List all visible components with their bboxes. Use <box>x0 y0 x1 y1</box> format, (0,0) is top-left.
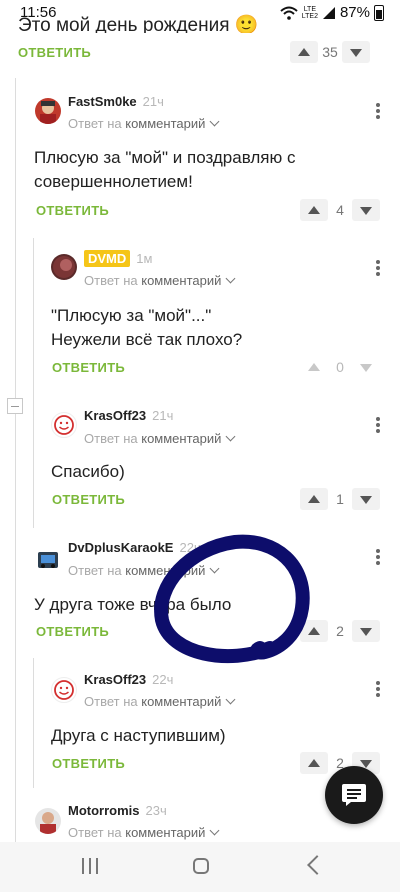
reply-button[interactable]: ОТВЕТИТЬ <box>52 756 125 771</box>
upvote-button[interactable] <box>300 752 328 774</box>
thread-line <box>33 238 34 528</box>
comment-author[interactable]: FastSm0ke 21ч <box>68 94 164 109</box>
reply-to-link[interactable]: Ответ на комментарий <box>68 116 220 131</box>
upvote-button[interactable] <box>300 356 328 378</box>
parent-comment-text: Это мой день рождения 🙂 <box>18 15 259 33</box>
avatar[interactable] <box>35 808 61 834</box>
comment-author[interactable]: DVMD 1м <box>84 250 152 267</box>
vote-count: 4 <box>336 202 344 218</box>
battery-icon <box>374 4 384 21</box>
avatar[interactable] <box>51 254 77 280</box>
recent-apps-icon[interactable] <box>82 858 98 874</box>
reply-button[interactable]: ОТВЕТИТЬ <box>18 45 91 60</box>
comment-text: Спасибо) <box>51 462 125 481</box>
battery-percent: 87% <box>339 4 370 21</box>
chevron-down-icon <box>225 431 236 442</box>
chat-bubble-icon <box>342 784 366 806</box>
comment-text: Друга с наступившим) <box>51 726 226 745</box>
chevron-down-icon <box>225 694 236 705</box>
chat-fab-button[interactable] <box>325 766 383 824</box>
upvote-button[interactable] <box>300 199 328 221</box>
vote-controls: 4 <box>300 198 380 222</box>
thread-line <box>15 78 16 842</box>
comment-text: "Плюсую за "мой"..." Неужели всё так плох… <box>51 306 243 349</box>
reply-to-link[interactable]: Ответ на комментарий <box>68 825 220 840</box>
vote-controls: 0 <box>300 355 380 379</box>
vote-count: 1 <box>336 491 344 507</box>
signal-icon <box>322 6 335 19</box>
more-options-icon[interactable] <box>376 681 380 699</box>
avatar[interactable] <box>51 677 77 703</box>
chevron-down-icon <box>209 116 220 127</box>
reply-to-link[interactable]: Ответ на комментарий <box>84 431 236 446</box>
comment-author[interactable]: KrasOff23 22ч <box>84 672 173 687</box>
downvote-button[interactable] <box>352 620 380 642</box>
hand-drawn-circle-annotation <box>154 534 310 664</box>
wifi-icon <box>280 6 298 20</box>
reply-to-link[interactable]: Ответ на комментарий <box>84 694 236 709</box>
comment-author[interactable]: KrasOff23 21ч <box>84 408 173 423</box>
downvote-button[interactable] <box>342 41 370 63</box>
comment-text: Плюсую за "мой" и поздравляю с совершенно… <box>34 148 296 191</box>
more-options-icon[interactable] <box>376 103 380 121</box>
back-icon[interactable] <box>307 855 327 875</box>
vote-count: 35 <box>322 44 338 60</box>
collapse-thread-button[interactable] <box>7 398 23 414</box>
reply-button[interactable]: ОТВЕТИТЬ <box>36 203 109 218</box>
avatar[interactable] <box>35 98 61 124</box>
status-icons: LTE LTE2 87% <box>280 4 384 21</box>
chevron-down-icon <box>225 273 236 284</box>
reply-button[interactable]: ОТВЕТИТЬ <box>52 360 125 375</box>
vote-count: 2 <box>336 623 344 639</box>
upvote-button[interactable] <box>300 488 328 510</box>
vote-controls: 35 <box>290 40 370 64</box>
home-icon[interactable] <box>193 858 209 874</box>
vote-count: 0 <box>336 359 344 375</box>
avatar[interactable] <box>35 546 61 572</box>
chevron-down-icon <box>209 825 220 836</box>
system-nav-bar <box>0 842 400 892</box>
comment-author[interactable]: Motorromis 23ч <box>68 803 167 818</box>
more-options-icon[interactable] <box>376 417 380 435</box>
reply-button[interactable]: ОТВЕТИТЬ <box>36 624 109 639</box>
reply-button[interactable]: ОТВЕТИТЬ <box>52 492 125 507</box>
upvote-button[interactable] <box>290 41 318 63</box>
avatar[interactable] <box>51 412 77 438</box>
downvote-button[interactable] <box>352 488 380 510</box>
more-options-icon[interactable] <box>376 549 380 567</box>
downvote-button[interactable] <box>352 356 380 378</box>
thread-line <box>33 658 34 788</box>
downvote-button[interactable] <box>352 199 380 221</box>
lte-icon: LTE LTE2 <box>301 5 318 20</box>
vote-controls: 1 <box>300 487 380 511</box>
reply-to-link[interactable]: Ответ на комментарий <box>84 273 236 288</box>
more-options-icon[interactable] <box>376 260 380 278</box>
